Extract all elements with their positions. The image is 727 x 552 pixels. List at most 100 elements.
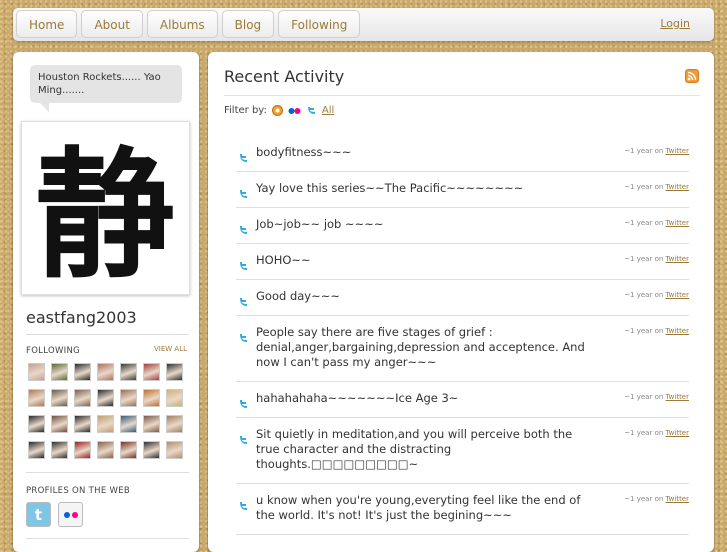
following-avatar[interactable] <box>28 389 45 407</box>
following-avatar[interactable] <box>120 441 137 459</box>
following-avatar[interactable] <box>120 415 137 433</box>
following-avatar[interactable] <box>97 363 114 381</box>
following-avatar[interactable] <box>74 389 91 407</box>
flickr-profile-button[interactable] <box>58 502 83 527</box>
activity-meta: ~1 year on Twitter <box>624 183 689 191</box>
activity-source-link[interactable]: Twitter <box>666 219 689 227</box>
following-avatar[interactable] <box>51 415 68 433</box>
profiles-on-web: t <box>26 502 83 527</box>
profile-sidebar: Houston Rockets...... Yao Ming....... 静 … <box>13 52 199 552</box>
activity-source-link[interactable]: Twitter <box>666 327 689 335</box>
following-avatar[interactable] <box>28 441 45 459</box>
twitter-icon: t <box>34 505 43 524</box>
following-avatar[interactable] <box>97 389 114 407</box>
following-avatar[interactable] <box>51 441 68 459</box>
following-avatar[interactable] <box>97 415 114 433</box>
activity-item: HOHO~~ ~1 year on Twitter <box>236 244 689 280</box>
twitter-filter-icon[interactable] <box>306 105 317 116</box>
following-avatar[interactable] <box>74 441 91 459</box>
activity-meta: ~1 year on Twitter <box>624 147 689 155</box>
following-avatar[interactable] <box>166 441 183 459</box>
filter-bar: Filter by: All <box>224 105 334 116</box>
view-all-link[interactable]: VIEW ALL <box>154 345 187 353</box>
blog-filter-icon[interactable] <box>271 105 283 116</box>
flickr-filter-icon[interactable] <box>288 107 301 115</box>
activity-meta: ~1 year on Twitter <box>624 219 689 227</box>
following-avatar[interactable] <box>143 415 160 433</box>
activity-text: HOHO~~ <box>256 253 311 267</box>
filter-all-link[interactable]: All <box>322 105 334 116</box>
activity-source-link[interactable]: Twitter <box>666 429 689 437</box>
twitter-icon <box>238 221 249 240</box>
activity-item: Good day~~~ ~1 year on Twitter <box>236 280 689 316</box>
activity-time: ~1 year on <box>624 147 664 155</box>
activity-text: u know when you're young,everyting feel … <box>256 493 581 522</box>
top-nav-bar: Home About Albums Blog Following Login <box>13 8 714 41</box>
following-avatar[interactable] <box>143 441 160 459</box>
activity-meta: ~1 year on Twitter <box>624 393 689 401</box>
activity-meta: ~1 year on Twitter <box>624 429 689 437</box>
divider <box>26 334 189 335</box>
activity-item: hahahahaha~~~~~~~Ice Age 3~ ~1 year on Tw… <box>236 382 689 418</box>
following-avatar[interactable] <box>120 389 137 407</box>
following-avatar[interactable] <box>143 389 160 407</box>
activity-item: bodyfitness~~~ ~1 year on Twitter <box>236 136 689 172</box>
following-avatar[interactable] <box>51 363 68 381</box>
twitter-profile-button[interactable]: t <box>26 502 51 527</box>
following-avatar[interactable] <box>120 363 137 381</box>
twitter-icon <box>238 185 249 204</box>
activity-time: ~1 year on <box>624 495 664 503</box>
activity-text: Job~job~~ job ~~~~ <box>256 217 384 231</box>
following-grid <box>28 363 190 459</box>
avatar[interactable]: 静 <box>21 121 190 298</box>
activity-time: ~1 year on <box>624 429 664 437</box>
twitter-icon <box>238 293 249 312</box>
activity-source-link[interactable]: Twitter <box>666 291 689 299</box>
tab-albums[interactable]: Albums <box>146 10 218 38</box>
activity-item: People say there are five stages of grie… <box>236 316 689 382</box>
activity-time: ~1 year on <box>624 393 664 401</box>
profiles-heading: PROFILES ON THE WEB <box>26 486 131 496</box>
activity-text: Yay love this series~~The Pacific~~~~~~~… <box>256 181 524 195</box>
following-avatar[interactable] <box>74 363 91 381</box>
activity-item: Sit quietly in meditation,and you will p… <box>236 418 689 484</box>
following-avatar[interactable] <box>166 415 183 433</box>
divider <box>26 472 189 473</box>
flickr-icon <box>63 511 70 518</box>
following-avatar[interactable] <box>28 415 45 433</box>
activity-text: bodyfitness~~~ <box>256 145 352 159</box>
avatar-glyph: 静 <box>35 134 175 294</box>
following-avatar[interactable] <box>97 441 114 459</box>
login-link[interactable]: Login <box>660 17 690 30</box>
activity-time: ~1 year on <box>624 183 664 191</box>
activity-text: hahahahaha~~~~~~~Ice Age 3~ <box>256 391 459 405</box>
rss-icon[interactable] <box>685 69 699 83</box>
following-avatar[interactable] <box>166 389 183 407</box>
following-heading: FOLLOWING <box>26 346 80 356</box>
activity-item: u know when you're young,everyting feel … <box>236 484 689 535</box>
divider <box>26 538 189 539</box>
following-avatar[interactable] <box>28 363 45 381</box>
following-avatar[interactable] <box>143 363 160 381</box>
following-avatar[interactable] <box>74 415 91 433</box>
flickr-icon-dot <box>71 511 78 518</box>
tab-following[interactable]: Following <box>278 10 361 38</box>
activity-text: Good day~~~ <box>256 289 340 303</box>
following-avatar[interactable] <box>166 363 183 381</box>
tab-blog[interactable]: Blog <box>221 10 275 38</box>
activity-time: ~1 year on <box>624 327 664 335</box>
twitter-icon <box>238 257 249 276</box>
tab-about[interactable]: About <box>81 10 143 38</box>
tab-home[interactable]: Home <box>16 10 78 38</box>
activity-source-link[interactable]: Twitter <box>666 495 689 503</box>
activity-source-link[interactable]: Twitter <box>666 147 689 155</box>
activity-source-link[interactable]: Twitter <box>666 183 689 191</box>
twitter-icon <box>238 497 249 516</box>
status-bubble: Houston Rockets...... Yao Ming....... <box>30 65 182 112</box>
activity-time: ~1 year on <box>624 219 664 227</box>
activity-source-link[interactable]: Twitter <box>666 255 689 263</box>
following-avatar[interactable] <box>51 389 68 407</box>
activity-source-link[interactable]: Twitter <box>666 393 689 401</box>
divider <box>224 95 700 96</box>
twitter-icon <box>238 395 249 414</box>
